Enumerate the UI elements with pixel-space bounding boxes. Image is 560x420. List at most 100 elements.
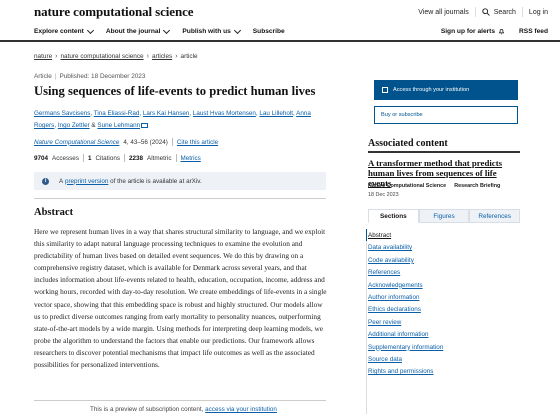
- section-link[interactable]: References: [368, 269, 520, 281]
- access-institution-link[interactable]: access via your institution: [205, 406, 277, 413]
- tab-figures[interactable]: Figures: [418, 209, 470, 223]
- preview-text: This is a preview of subscription conten…: [90, 406, 204, 413]
- author-link[interactable]: Lau Lilleholt: [259, 110, 293, 117]
- access-institution-button[interactable]: Access through your institution: [374, 80, 518, 100]
- author-link[interactable]: Germans Savcisens: [34, 110, 90, 117]
- divider: [175, 154, 177, 162]
- rss-feed-link[interactable]: RSS feed: [519, 28, 548, 35]
- login-link[interactable]: Log in: [529, 9, 548, 16]
- chevron-down-icon: [233, 26, 241, 34]
- chevron-right-icon: ›: [146, 53, 149, 60]
- author-link[interactable]: Tina Eliassi-Rad: [94, 110, 140, 117]
- citation-line: Nature Computational Science 4, 43–56 (2…: [34, 138, 218, 146]
- associated-meta: Nature Computational Science Research Br…: [368, 183, 500, 189]
- divider: [123, 154, 125, 162]
- breadcrumb-item-nature[interactable]: nature: [34, 53, 52, 60]
- section-link[interactable]: Abstract: [368, 232, 520, 244]
- article-type: Article: [34, 73, 52, 80]
- section-link[interactable]: Additional information: [368, 331, 520, 343]
- article-meta: Article | Published: 18 December 2023: [34, 73, 145, 80]
- author-link[interactable]: Ingo Zettler: [58, 122, 90, 129]
- abstract-text: Here we represent human lives in a way t…: [34, 227, 327, 370]
- cite-article-link[interactable]: Cite this article: [177, 139, 218, 146]
- mail-icon[interactable]: [141, 122, 149, 128]
- chevron-right-icon: ›: [55, 53, 58, 60]
- page-title: Using sequences of life-events to predic…: [34, 84, 316, 98]
- section-link[interactable]: Source data: [368, 356, 520, 368]
- top-links: View all journals Search Log in: [418, 7, 548, 17]
- divider: [368, 151, 520, 153]
- section-link[interactable]: Code availability: [368, 257, 520, 269]
- section-link[interactable]: Acknowledgements: [368, 282, 520, 294]
- breadcrumb-item-current: article: [180, 53, 198, 60]
- buy-subscribe-button[interactable]: Buy or subscribe: [374, 106, 518, 124]
- section-link[interactable]: Supplementary information: [368, 344, 520, 356]
- search-label: Search: [493, 8, 516, 16]
- nav-about-journal[interactable]: About the journal: [105, 26, 171, 35]
- section-link[interactable]: Ethics declarations: [368, 306, 520, 318]
- associated-date: 18 Dec 2023: [368, 192, 399, 198]
- tab-references[interactable]: References: [469, 209, 521, 223]
- accesses-label: Accesses: [52, 154, 79, 162]
- divider: [171, 138, 173, 146]
- author-link[interactable]: Sune Lehmann: [97, 122, 140, 129]
- section-indicator: [366, 229, 367, 241]
- divider: [34, 400, 326, 401]
- volume-pages: 4, 43–56 (2024): [123, 138, 168, 146]
- tab-sections[interactable]: Sections: [368, 209, 419, 223]
- breadcrumb-item-articles[interactable]: articles: [152, 53, 172, 60]
- publish-date: Published: 18 December 2023: [59, 73, 146, 80]
- preprint-link[interactable]: preprint version: [65, 178, 108, 185]
- nav-subscribe[interactable]: Subscribe: [253, 28, 285, 35]
- nav-label: About the journal: [105, 28, 161, 35]
- divider: [474, 7, 476, 17]
- section-track: [366, 229, 367, 414]
- section-link[interactable]: Peer review: [368, 319, 520, 331]
- sign-up-alerts-link[interactable]: Sign up for alerts: [441, 28, 505, 35]
- altmetric-label: Altmetric: [147, 154, 172, 162]
- breadcrumb-item-journal[interactable]: nature computational science: [60, 53, 143, 60]
- citations-count: 1: [87, 154, 92, 162]
- sidebar-tabs: Sections Figures References: [368, 209, 521, 223]
- nav-label: RSS feed: [519, 28, 548, 35]
- author-link[interactable]: Lars Kai Hansen: [143, 110, 190, 117]
- breadcrumb: nature › nature computational science › …: [34, 53, 198, 60]
- citations-label: Citations: [95, 154, 120, 162]
- top-bar: nature computational science View all jo…: [0, 0, 560, 22]
- nav-publish-with-us[interactable]: Publish with us: [182, 26, 241, 35]
- section-link[interactable]: Data availability: [368, 244, 520, 256]
- nav-label: Publish with us: [182, 28, 231, 35]
- bell-icon: [498, 29, 505, 35]
- associated-content-heading: Associated content: [368, 138, 448, 149]
- author-link[interactable]: Laust Hvas Mortensen: [193, 110, 256, 117]
- search-icon: [482, 8, 490, 16]
- search-button[interactable]: Search: [482, 8, 516, 16]
- author-list: Germans Savcisens, Tina Eliassi-Rad, Lar…: [34, 110, 311, 129]
- section-link[interactable]: Rights and permissions: [368, 368, 520, 380]
- associated-journal: Nature Computational Science: [368, 183, 447, 189]
- view-all-journals-link[interactable]: View all journals: [418, 9, 468, 16]
- preprint-notice: i A preprint version of the article is a…: [34, 172, 326, 190]
- nav-explore-content[interactable]: Explore content: [34, 26, 94, 35]
- preview-notice: This is a preview of subscription conten…: [90, 406, 277, 413]
- divider: [82, 154, 84, 162]
- institution-icon: [382, 87, 388, 93]
- chevron-down-icon: [86, 26, 94, 34]
- article-metrics: 9704 Accesses 1 Citations 2238 Altmetric…: [34, 154, 201, 162]
- metrics-link[interactable]: Metrics: [181, 155, 201, 162]
- chevron-right-icon: ›: [175, 53, 178, 60]
- abstract-heading: Abstract: [34, 207, 74, 218]
- section-list: Abstract Data availability Code availabi…: [368, 232, 520, 381]
- nav-label: Subscribe: [252, 28, 285, 35]
- associated-type: Research Briefing: [454, 183, 501, 189]
- site-logo[interactable]: nature computational science: [34, 4, 194, 20]
- buy-button-label: Buy or subscribe: [381, 112, 423, 118]
- nav-label: Explore content: [34, 28, 84, 35]
- section-link[interactable]: Author information: [368, 294, 520, 306]
- journal-link[interactable]: Nature Computational Science: [34, 139, 119, 146]
- access-button-label: Access through your institution: [393, 87, 470, 93]
- notice-suffix: of the article is available at arXiv.: [110, 177, 202, 185]
- main-nav: Explore content About the journal Publis…: [0, 22, 560, 42]
- divider: [34, 198, 326, 199]
- chevron-down-icon: [163, 26, 171, 34]
